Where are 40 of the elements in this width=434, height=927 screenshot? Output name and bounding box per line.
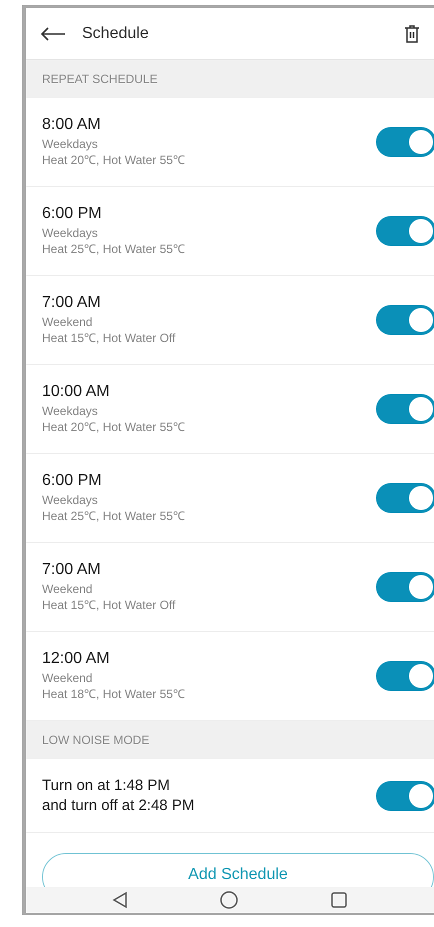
schedule-detail: Heat 25℃, Hot Water 55℃ xyxy=(42,241,186,257)
add-schedule-button[interactable]: Add Schedule xyxy=(42,853,434,887)
toggle-switch[interactable] xyxy=(376,394,434,424)
schedule-detail: Heat 15℃, Hot Water Off xyxy=(42,330,176,346)
back-arrow-icon[interactable] xyxy=(40,26,66,40)
toggle-switch[interactable] xyxy=(376,483,434,513)
schedule-time: 7:00 AM xyxy=(42,561,102,579)
toggle-switch[interactable] xyxy=(376,216,434,246)
schedule-detail: Heat 18℃, Hot Water 55℃ xyxy=(42,686,186,702)
schedule-days: Weekend xyxy=(42,670,376,686)
schedule-detail: Heat 25℃, Hot Water 55℃ xyxy=(42,508,186,524)
toggle-switch[interactable] xyxy=(376,572,434,602)
schedule-time: 12:00 AM xyxy=(42,650,111,668)
toggle-switch[interactable] xyxy=(376,780,434,810)
schedule-detail: Heat 15℃, Hot Water Off xyxy=(42,597,176,613)
schedule-days: Weekdays xyxy=(42,492,376,508)
schedule-time: 6:00 PM xyxy=(42,472,103,490)
schedule-time: 8:00 AM xyxy=(42,116,102,134)
section-header: LOW NOISE MODE xyxy=(26,721,434,759)
toggle-switch[interactable] xyxy=(376,661,434,691)
schedule-time: 7:00 AM xyxy=(42,294,102,312)
schedule-days: Weekdays xyxy=(42,136,376,152)
low-noise-text: and turn off at 2:48 PM xyxy=(42,796,196,816)
low-noise-text: Turn on at 1:48 PM xyxy=(42,776,171,796)
screen-title: Schedule xyxy=(82,24,150,42)
schedule-days: Weekend xyxy=(42,581,376,597)
schedule-detail: Heat 20℃, Hot Water 55℃ xyxy=(42,419,186,435)
toggle-switch[interactable] xyxy=(376,127,434,157)
schedule-detail: Heat 20℃, Hot Water 55℃ xyxy=(42,152,186,168)
recents-icon[interactable] xyxy=(330,891,348,909)
delete-icon[interactable] xyxy=(404,24,420,44)
schedule-time: 10:00 AM xyxy=(42,383,111,401)
home-icon[interactable] xyxy=(218,890,239,910)
schedule-time: 6:00 PM xyxy=(42,205,103,223)
back-icon[interactable] xyxy=(112,891,128,909)
schedule-days: Weekend xyxy=(42,314,376,330)
schedule-days: Weekdays xyxy=(42,225,376,241)
section-header: REPEAT SCHEDULE xyxy=(26,60,434,98)
schedule-days: Weekdays xyxy=(42,403,376,419)
toggle-switch[interactable] xyxy=(376,305,434,335)
